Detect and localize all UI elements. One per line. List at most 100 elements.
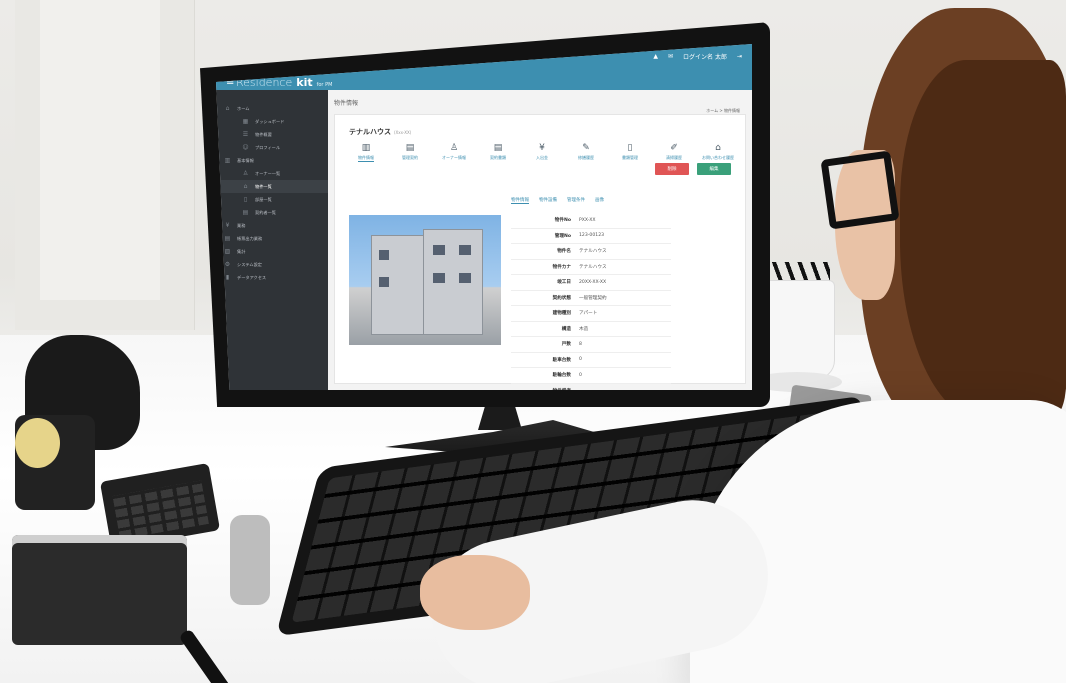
sidebar-item[interactable]: ☺ プロフィール	[216, 141, 328, 154]
property-details-table: 物件No PXX-XX 管理No 123-00123 物件名 テナルハウス 物件カナ テナルハ…	[511, 213, 671, 390]
detail-value: 123-00123	[579, 233, 605, 239]
building-window	[379, 250, 389, 260]
building-window	[433, 273, 445, 283]
sidebar-item[interactable]: ¥ 業務	[216, 219, 328, 232]
tool-tab[interactable]: ▥ 物件情報	[349, 143, 383, 162]
sidebar-item-label: 契約者一覧	[255, 209, 276, 215]
tool-tab-label: 契約書類	[490, 155, 506, 160]
table-row: 管理No 123-00123	[511, 229, 671, 244]
sidebar-item[interactable]: ⌂ 物件一覧	[216, 180, 328, 193]
detail-tab[interactable]: 画像	[595, 197, 604, 204]
chart-icon: ▨	[224, 248, 231, 255]
table-row: 駐車台数 0	[511, 353, 671, 368]
sidebar-item[interactable]: ♙ オーナー一覧	[216, 167, 328, 180]
main-content: 物件情報 ホーム > 物件情報 テナルハウス (Xxx-XX) ▥ 物件情報 ▤ 管理契…	[328, 90, 752, 390]
office-photo: ≡ Residence kit for PM ▲ ✉ ログイン名 太郎 ⇥ ⌂ ホ…	[0, 0, 1066, 683]
building-window	[379, 277, 389, 287]
person-icon: ♙	[242, 170, 249, 177]
tool-tab-label: 入出金	[536, 155, 548, 160]
edit-button[interactable]: 編集	[697, 163, 731, 175]
detail-value: 0	[579, 372, 582, 378]
contract-icon: ▤	[405, 143, 415, 153]
sidebar-item[interactable]: ▮ データアクセス	[216, 271, 328, 284]
detail-key: 物件名	[557, 249, 571, 255]
table-row: 物件備考	[511, 384, 671, 390]
detail-key: 物件カナ	[552, 264, 571, 270]
sidebar-item-label: データアクセス	[237, 274, 267, 280]
yen-icon: ¥	[225, 222, 230, 229]
sidebar-item[interactable]: ⚙ システム設定	[216, 258, 328, 271]
home-icon: ⌂	[225, 105, 230, 112]
bell-icon[interactable]: ▲	[653, 53, 658, 60]
detail-key: 戸数	[561, 342, 571, 348]
table-row: 建物種別 アパート	[511, 306, 671, 322]
tool-tab[interactable]: ⌂ お問い合わせ履歴	[701, 143, 735, 162]
tool-tab[interactable]: ▤ 契約書類	[481, 143, 515, 162]
yen-icon: ¥	[539, 143, 545, 153]
detail-key: 建物種別	[552, 311, 571, 317]
property-card: テナルハウス (Xxx-XX) ▥ 物件情報 ▤ 管理契約 ♙ オーナー情報 ▤ 契約書類 ¥ 入出…	[334, 114, 746, 390]
property-name: テナルハウス (Xxx-XX)	[349, 128, 412, 136]
sidebar-item[interactable]: ▥ 基本情報	[216, 154, 328, 167]
delete-button[interactable]: 削除	[655, 163, 689, 175]
detail-value: アパート	[579, 311, 598, 317]
sidebar-item-label: 帳票出力業務	[237, 235, 263, 241]
sidebar-item-label: ホーム	[237, 105, 250, 111]
sidebar-item-label: 業務	[237, 222, 246, 228]
tool-tab-label: 書類管理	[622, 155, 638, 160]
tool-tab[interactable]: ✎ 修繕履歴	[569, 143, 603, 162]
topbar-actions: ▲ ✉ ログイン名 太郎 ⇥	[653, 52, 742, 61]
mail-icon[interactable]: ✉	[668, 53, 673, 60]
tool-tab[interactable]: ▯ 書類管理	[613, 143, 647, 162]
pen-cup	[760, 280, 835, 380]
document-tray	[12, 535, 187, 645]
sidebar-item[interactable]: ▦ ダッシュボード	[216, 115, 328, 128]
tool-tab[interactable]: ▤ 管理契約	[393, 143, 427, 162]
detail-value: 0	[579, 357, 582, 363]
tool-tab[interactable]: ¥ 入出金	[525, 143, 559, 162]
tool-tab[interactable]: ✐ 清掃履歴	[657, 143, 691, 162]
sidebar-item-label: システム設定	[237, 261, 262, 267]
sidebar-item[interactable]: ▤ 帳票出力業務	[216, 232, 328, 245]
detail-value: 木造	[579, 326, 589, 332]
sidebar-item-label: 集計	[237, 248, 246, 254]
door-icon: ▯	[243, 196, 248, 203]
building-window	[433, 245, 445, 255]
building-icon: ▥	[224, 157, 231, 164]
tool-tab-label: お問い合わせ履歴	[702, 155, 734, 160]
logout-icon[interactable]: ⇥	[737, 53, 742, 60]
detail-value: 一般管理契約	[579, 295, 607, 301]
user-name[interactable]: ログイン名 太郎	[683, 52, 727, 61]
sidebar-item-label: ダッシュボード	[255, 118, 285, 124]
sidebar-item-label: 物件一覧	[255, 183, 272, 189]
sidebar-item[interactable]: ▯ 部屋一覧	[216, 193, 328, 206]
sidebar-item[interactable]: ☰ 物件概要	[216, 128, 328, 141]
sidebar-item[interactable]: ⌂ ホーム	[216, 102, 328, 115]
gear-icon: ⚙	[224, 261, 231, 268]
table-row: 竣工日 20XX-XX-XX	[511, 275, 671, 291]
building-photo	[349, 215, 501, 345]
tool-tab-label: 修繕履歴	[578, 155, 594, 160]
building-window	[459, 273, 471, 283]
sidebar-item[interactable]: ▤ 契約者一覧	[216, 206, 328, 219]
document-icon: ▤	[224, 235, 231, 242]
sidebar-item-label: 基本情報	[237, 157, 254, 163]
detail-key: 契約状態	[552, 295, 571, 301]
sidebar: ⌂ ホーム ▦ ダッシュボード ☰ 物件概要 ☺ プロフィール ▥ 基本情報 ♙ オーナー一覧 ⌂ 物件一…	[216, 90, 328, 390]
table-row: 契約状態 一般管理契約	[511, 291, 671, 306]
sidebar-item[interactable]: ▨ 集計	[216, 245, 328, 258]
detail-tab[interactable]: 物件設備	[539, 197, 557, 204]
sidebar-item-label: 部屋一覧	[255, 196, 272, 202]
contract-icon: ▤	[242, 209, 249, 216]
stapler	[230, 515, 270, 605]
detail-value: テナルハウス	[579, 249, 607, 255]
dashboard-icon: ▦	[242, 118, 249, 125]
residence-kit-app: ≡ Residence kit for PM ▲ ✉ ログイン名 太郎 ⇥ ⌂ ホ…	[216, 44, 752, 390]
page-title: 物件情報	[334, 100, 359, 107]
detail-tab[interactable]: 物件情報	[511, 197, 529, 204]
tool-tab[interactable]: ♙ オーナー情報	[437, 143, 471, 162]
detail-tab[interactable]: 管理条件	[567, 197, 585, 204]
document-icon: ▤	[493, 143, 503, 153]
house-icon: ⌂	[715, 143, 721, 153]
detail-value: 20XX-XX-XX	[579, 279, 607, 285]
